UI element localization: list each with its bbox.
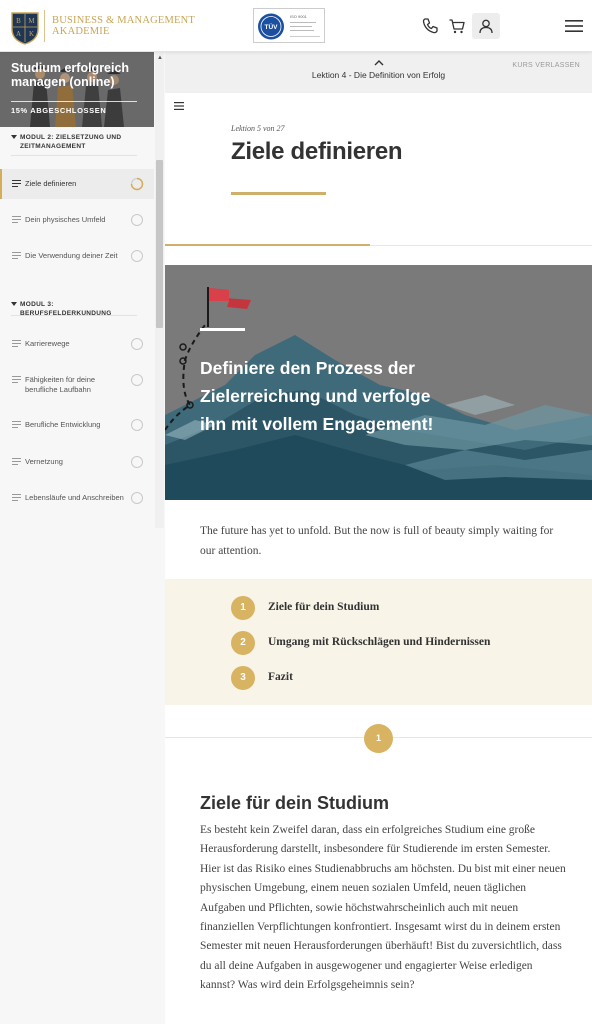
sidebar-item-ziele-definieren[interactable]: Ziele definieren (0, 169, 154, 199)
cert-seal-text: TÜV (265, 22, 279, 31)
text-lesson-icon (12, 216, 21, 223)
sidebar-item-physisches-umfeld[interactable]: Dein physisches Umfeld (0, 205, 154, 235)
text-lesson-icon (12, 180, 21, 187)
course-progress-divider (11, 101, 137, 102)
exit-course-link[interactable]: KURS VERLASSEN (512, 62, 580, 69)
lesson-progress-fill (165, 244, 370, 246)
sidebar-scroll-thumb[interactable] (156, 160, 163, 328)
logo-divider (44, 10, 45, 42)
previous-lesson-link[interactable]: Lektion 4 - Die Definition von Erfolg (165, 70, 592, 80)
status-circle-icon (131, 214, 143, 226)
certification-badge: TÜV ISO 9001 (253, 8, 325, 43)
course-progress-label: 15% ABGESCHLOSSEN (11, 106, 107, 115)
lesson-navbar: Lektion 4 - Die Definition von Erfolg KU… (165, 52, 592, 93)
sidebar-item-berufliche-entwicklung[interactable]: Berufliche Entwicklung (0, 410, 154, 440)
text-lesson-icon (12, 376, 21, 383)
logo-letter-1: B (16, 17, 21, 25)
progress-ring-icon (130, 177, 144, 191)
logo-wordmark: BUSINESS & MANAGEMENT AKADEMIE (52, 15, 195, 37)
status-circle-icon (131, 492, 143, 504)
toc-number: 2 (231, 631, 255, 655)
logo-letter-3: A (16, 30, 21, 38)
tuv-seal-icon: TÜV ISO 9001 (258, 13, 320, 40)
banner-headline: Definiere den Prozess der Zielerreichung… (200, 358, 434, 434)
course-sidebar: Studium erfolgreich managen (online) 15%… (0, 52, 165, 1024)
text-lesson-icon (12, 494, 21, 501)
lesson-label: Karrierewege (25, 339, 70, 348)
logo-letter-2: M (28, 17, 35, 25)
logo-line-1: BUSINESS & MANAGEMENT (52, 15, 196, 26)
lesson-label: Ziele definieren (25, 179, 77, 188)
lesson-label: Lebensläufe und Anschreiben (25, 493, 124, 502)
status-circle-icon (131, 374, 143, 386)
module-2-header[interactable]: MODUL 2: ZIELSETZUNG UND ZEITMANAGEMENT (11, 134, 141, 151)
site-header: B M A K BUSINESS & MANAGEMENT AKADEMIE T… (0, 0, 592, 52)
hero-banner: Definiere den Prozess der Zielerreichung… (165, 265, 592, 500)
lesson-label: Die Verwendung deiner Zeit (25, 251, 118, 260)
collapse-triangle-icon (11, 302, 17, 306)
scroll-up-icon[interactable]: ▲ (157, 55, 163, 61)
sidebar-item-lebenslaeufe[interactable]: Lebensläufe und Anschreiben (0, 483, 154, 513)
section-heading: Ziele für dein Studium (200, 793, 390, 813)
logo-crest-icon: B M A K (11, 12, 39, 45)
text-lesson-icon (12, 340, 21, 347)
course-title: Studium erfolgreich managen (online) (11, 61, 130, 89)
lesson-content: Lektion 4 - Die Definition von Erfolg KU… (165, 52, 592, 1024)
sidebar-item-karrierewege[interactable]: Karrierewege (0, 329, 154, 359)
text-lesson-icon (12, 252, 21, 259)
module-title: MODUL 2: ZIELSETZUNG UND ZEITMANAGEMENT (20, 134, 122, 150)
cart-icon[interactable] (448, 17, 466, 35)
status-circle-icon (131, 419, 143, 431)
logo-letter-4: K (29, 30, 34, 38)
chevron-up-icon[interactable] (374, 59, 384, 66)
sidebar-item-vernetzung[interactable]: Vernetzung (0, 447, 154, 477)
status-circle-icon (131, 250, 143, 262)
sidebar-item-faehigkeiten[interactable]: Fähigkeiten für deine berufliche Laufbah… (0, 365, 154, 403)
phone-icon[interactable] (421, 17, 439, 35)
section-body: Es besteht kein Zweifel daran, dass ein … (200, 824, 566, 992)
lesson-quote: The future has yet to unfold. But the no… (200, 525, 554, 557)
toc-label: Ziele für dein Studium (268, 601, 380, 613)
lesson-counter: Lektion 5 von 27 (231, 124, 285, 133)
module-divider (11, 155, 137, 156)
section-number-badge: 1 (364, 724, 393, 753)
page-title: Ziele definieren (231, 138, 403, 165)
account-button[interactable] (472, 13, 500, 39)
status-circle-icon (131, 456, 143, 468)
toc-number: 1 (231, 596, 255, 620)
module-divider (11, 315, 137, 316)
section-overview: 1 Ziele für dein Studium 2 Umgang mit Rü… (165, 579, 592, 705)
lesson-label: Fähigkeiten für deine berufliche Laufbah… (25, 375, 96, 394)
collapse-triangle-icon (11, 135, 17, 139)
menu-icon[interactable] (565, 20, 583, 32)
status-circle-icon (131, 338, 143, 350)
course-header: Studium erfolgreich managen (online) 15%… (0, 52, 154, 127)
banner-accent-rule (200, 328, 245, 331)
lesson-label: Vernetzung (25, 457, 63, 466)
lesson-label: Dein physisches Umfeld (25, 215, 106, 224)
toc-label: Fazit (268, 671, 293, 683)
outline-toggle-icon[interactable] (174, 102, 184, 110)
cert-iso-text: ISO 9001 (290, 14, 308, 19)
text-lesson-icon (12, 458, 21, 465)
toc-label: Umgang mit Rückschlägen und Hindernissen (268, 636, 491, 648)
text-lesson-icon (12, 421, 21, 428)
sidebar-item-verwendung-zeit[interactable]: Die Verwendung deiner Zeit (0, 241, 154, 271)
lesson-label: Berufliche Entwicklung (25, 420, 101, 429)
user-icon (479, 19, 493, 34)
toc-number: 3 (231, 666, 255, 690)
title-underline (231, 192, 326, 195)
logo-line-2: AKADEMIE (52, 26, 110, 37)
